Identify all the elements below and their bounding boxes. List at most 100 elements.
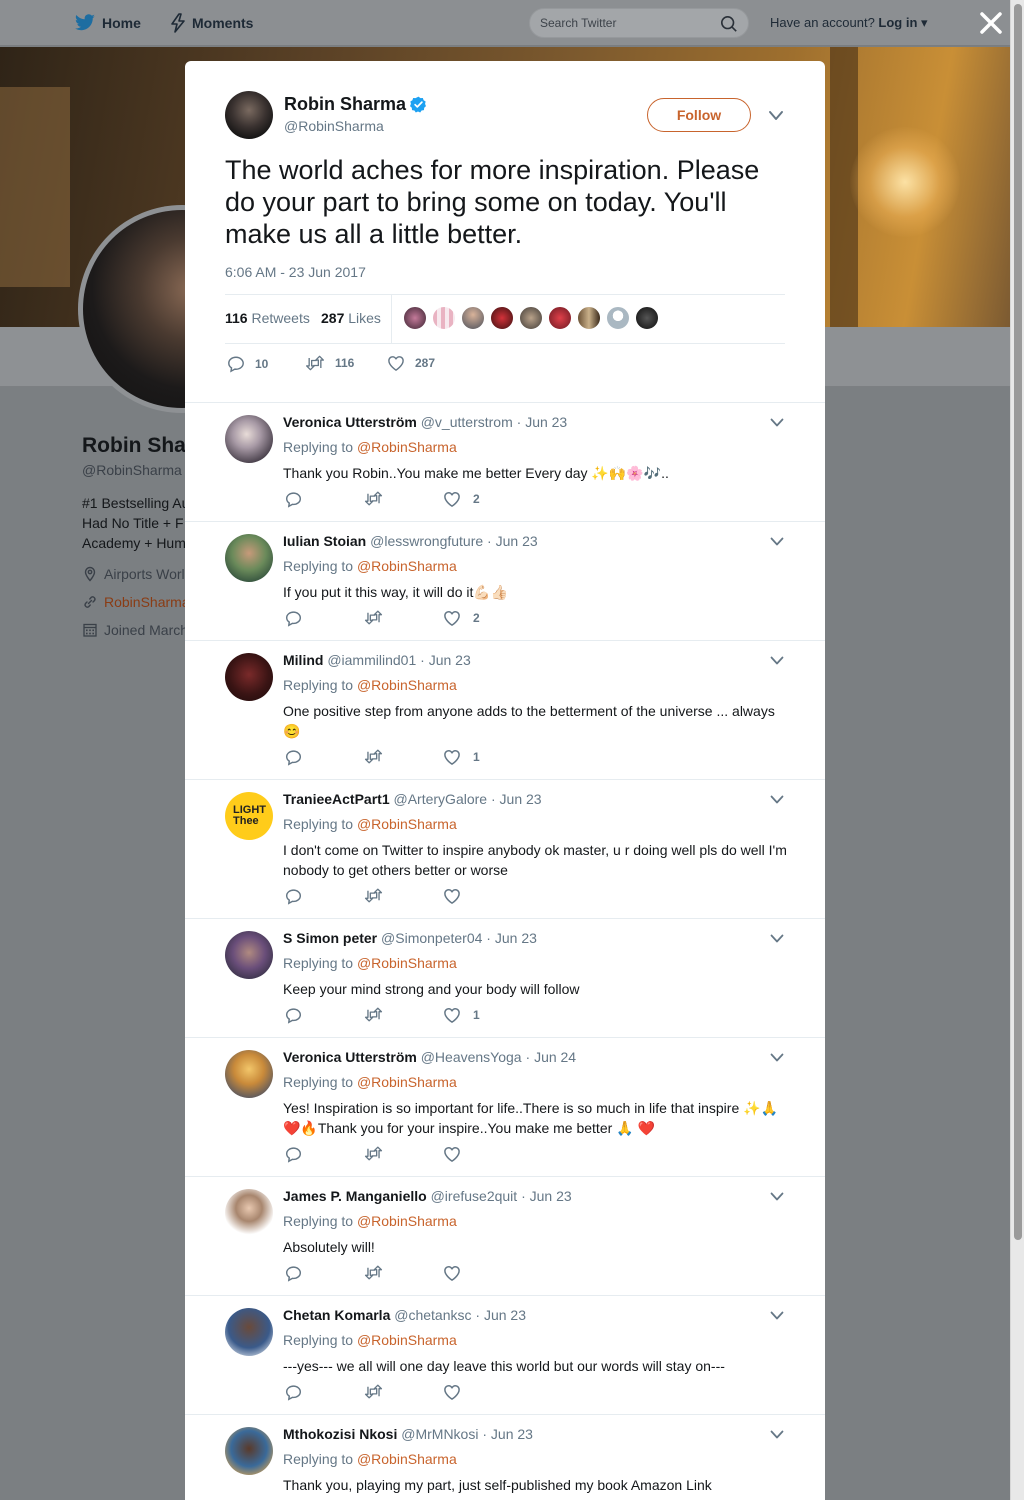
chevron-down-icon[interactable] — [770, 537, 784, 547]
retweet-action[interactable]: 116 — [305, 355, 354, 371]
avatar[interactable] — [432, 306, 456, 330]
nav-moments[interactable]: Moments — [170, 13, 253, 33]
nav-home[interactable]: Home — [74, 13, 141, 33]
avatar[interactable] — [225, 534, 273, 582]
mention-link[interactable]: @RobinSharma — [357, 1451, 457, 1467]
reply-date[interactable]: Jun 23 — [484, 1307, 526, 1323]
mention-link[interactable]: @RobinSharma — [357, 677, 457, 693]
reply-date[interactable]: Jun 23 — [429, 652, 471, 668]
mention-link[interactable]: @RobinSharma — [357, 439, 457, 455]
mention-link[interactable]: @RobinSharma — [357, 1213, 457, 1229]
reply-date[interactable]: Jun 23 — [491, 1426, 533, 1442]
reply-author-handle[interactable]: @irefuse2quit — [431, 1188, 518, 1204]
avatar[interactable] — [490, 306, 514, 330]
avatar[interactable] — [635, 306, 659, 330]
like-action[interactable]: 1 — [443, 1007, 480, 1023]
avatar[interactable] — [225, 653, 273, 701]
like-action[interactable]: 287 — [387, 355, 435, 371]
chevron-down-icon[interactable] — [770, 1311, 784, 1321]
reply-action[interactable] — [285, 491, 314, 508]
avatar[interactable] — [577, 306, 601, 330]
reply-action[interactable]: 10 — [227, 355, 268, 373]
reply-author-name[interactable]: Iulian Stoian — [283, 533, 366, 549]
reply-tweet[interactable]: Iulian Stoian @lesswrongfuture · Jun 23 … — [185, 522, 825, 641]
retweet-action[interactable] — [364, 491, 395, 506]
likes-stat[interactable]: 287 Likes — [321, 310, 381, 326]
avatar[interactable] — [225, 1308, 273, 1356]
avatar[interactable] — [225, 1189, 273, 1237]
reply-author-handle[interactable]: @MrMNkosi — [401, 1426, 478, 1442]
reply-author-name[interactable]: James P. Manganiello — [283, 1188, 427, 1204]
avatar[interactable] — [225, 91, 273, 139]
chevron-down-icon[interactable] — [770, 418, 784, 428]
avatar[interactable] — [461, 306, 485, 330]
mention-link[interactable]: @RobinSharma — [357, 955, 457, 971]
like-action[interactable] — [443, 1265, 473, 1281]
mention-link[interactable]: @RobinSharma — [357, 1074, 457, 1090]
reply-tweet[interactable]: Mthokozisi Nkosi @MrMNkosi · Jun 23 Repl… — [185, 1415, 825, 1500]
reply-author-handle[interactable]: @Simonpeter04 — [381, 930, 482, 946]
reply-date[interactable]: Jun 23 — [530, 1188, 572, 1204]
avatar[interactable] — [225, 931, 273, 979]
reply-date[interactable]: Jun 23 — [495, 930, 537, 946]
retweets-stat[interactable]: 116 Retweets — [225, 310, 310, 326]
retweet-action[interactable] — [364, 610, 395, 625]
reply-author-name[interactable]: Chetan Komarla — [283, 1307, 390, 1323]
like-action[interactable] — [443, 888, 473, 904]
avatar[interactable] — [403, 306, 427, 330]
reply-author-name[interactable]: TranieeActPart1 — [283, 791, 390, 807]
chevron-down-icon[interactable] — [770, 656, 784, 666]
retweet-action[interactable] — [364, 1384, 395, 1399]
reply-date[interactable]: Jun 23 — [525, 414, 567, 430]
reply-author-name[interactable]: Veronica Utterström — [283, 1049, 417, 1065]
reply-author-handle[interactable]: @iammilind01 — [327, 652, 416, 668]
mention-link[interactable]: @RobinSharma — [357, 1332, 457, 1348]
like-action[interactable]: 2 — [443, 610, 480, 626]
follow-button[interactable]: Follow — [647, 98, 751, 132]
avatar[interactable]: LIGHT Thee — [225, 792, 273, 840]
reply-author-name[interactable]: Veronica Utterström — [283, 414, 417, 430]
retweet-action[interactable] — [364, 1007, 395, 1022]
reply-action[interactable] — [285, 1384, 314, 1401]
mention-link[interactable]: @RobinSharma — [357, 816, 457, 832]
reply-tweet[interactable]: Veronica Utterström @HeavensYoga · Jun 2… — [185, 1038, 825, 1177]
reply-tweet[interactable]: James P. Manganiello @irefuse2quit · Jun… — [185, 1177, 825, 1296]
reply-author-name[interactable]: S Simon peter — [283, 930, 377, 946]
reply-action[interactable] — [285, 610, 314, 627]
chevron-down-icon[interactable] — [770, 1430, 784, 1440]
close-icon[interactable] — [978, 10, 1004, 36]
reply-tweet[interactable]: Veronica Utterström @v_utterstrom · Jun … — [185, 403, 825, 522]
retweet-action[interactable] — [364, 1146, 395, 1161]
reply-action[interactable] — [285, 1146, 314, 1163]
chevron-down-icon[interactable] — [770, 1053, 784, 1063]
like-action[interactable]: 1 — [443, 749, 480, 765]
reply-author-name[interactable]: Milind — [283, 652, 323, 668]
like-action[interactable] — [443, 1146, 473, 1162]
reply-author-handle[interactable]: @ArteryGalore — [394, 791, 488, 807]
avatar[interactable] — [225, 1050, 273, 1098]
scrollbar[interactable] — [1010, 0, 1024, 1500]
tweet-author[interactable]: Robin Sharma — [284, 94, 427, 115]
search-icon[interactable] — [720, 15, 738, 33]
reply-author-handle[interactable]: @HeavensYoga — [421, 1049, 522, 1065]
chevron-down-icon[interactable] — [770, 1192, 784, 1202]
reply-author-name[interactable]: Mthokozisi Nkosi — [283, 1426, 397, 1442]
profile-website[interactable]: RobinSharma — [82, 594, 190, 610]
tweet-author-handle[interactable]: @RobinSharma — [284, 118, 384, 134]
reply-date[interactable]: Jun 23 — [496, 533, 538, 549]
mention-link[interactable]: @RobinSharma — [357, 558, 457, 574]
caret-down-icon[interactable]: ▾ — [921, 15, 928, 30]
reply-date[interactable]: Jun 23 — [500, 791, 542, 807]
retweet-action[interactable] — [364, 749, 395, 764]
reply-tweet[interactable]: S Simon peter @Simonpeter04 · Jun 23 Rep… — [185, 919, 825, 1038]
reply-action[interactable] — [285, 888, 314, 905]
scrollbar-thumb[interactable] — [1014, 4, 1022, 1240]
reply-tweet[interactable]: Milind @iammilind01 · Jun 23 Replying to… — [185, 641, 825, 780]
retweet-action[interactable] — [364, 1265, 395, 1280]
tweet-timestamp[interactable]: 6:06 AM - 23 Jun 2017 — [225, 264, 366, 280]
reply-author-handle[interactable]: @chetanksc — [394, 1307, 471, 1323]
reply-action[interactable] — [285, 749, 314, 766]
reply-action[interactable] — [285, 1265, 314, 1282]
like-action[interactable] — [443, 1384, 473, 1400]
avatar[interactable] — [225, 1427, 273, 1475]
